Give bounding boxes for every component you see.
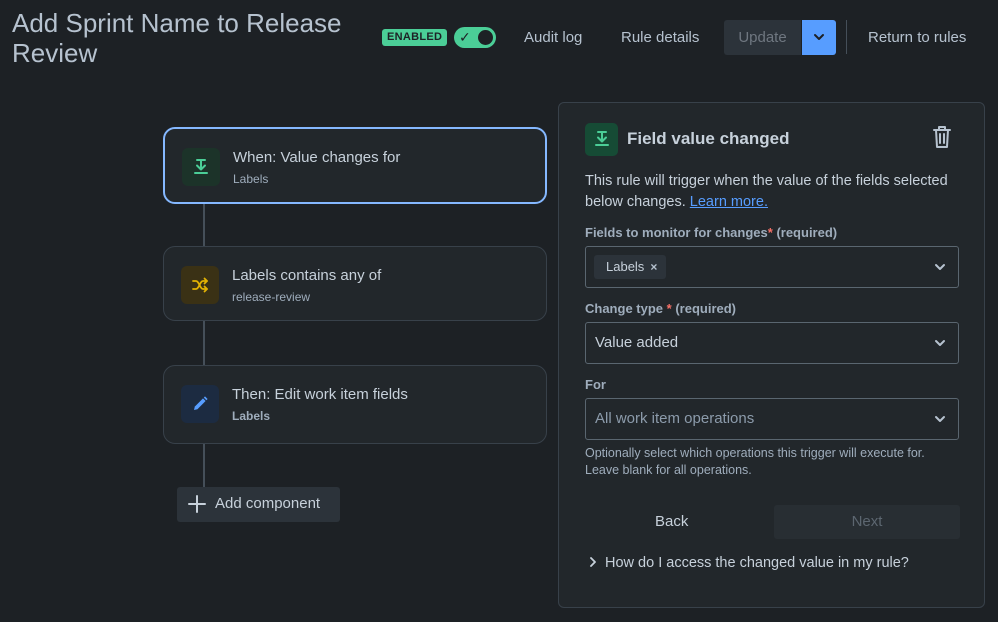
faq-text: How do I access the changed value in my … (605, 555, 909, 571)
action-subtitle: Labels (232, 409, 271, 423)
flow-connector (203, 203, 205, 247)
chevron-down-icon (935, 264, 945, 270)
status-badge: ENABLED (382, 29, 448, 46)
update-button[interactable]: Update (724, 20, 801, 55)
change-type-value: Value added (595, 334, 679, 351)
rule-details-button[interactable]: Rule details (615, 20, 705, 55)
action-card[interactable]: Then: Edit work item fields Labels (163, 365, 547, 444)
required-marker: * (767, 225, 773, 240)
change-type-select[interactable]: Value added (585, 322, 959, 364)
selected-field-tag: Labels × (594, 255, 667, 279)
faq-expander[interactable]: How do I access the changed value in my … (589, 555, 909, 571)
header-divider (846, 20, 847, 54)
tag-label: Labels (606, 259, 645, 274)
chevron-down-icon (814, 34, 824, 40)
shuffle-icon (181, 266, 219, 304)
trash-icon[interactable] (930, 124, 954, 150)
required-text: (required) (675, 301, 736, 316)
trigger-card[interactable]: When: Value changes for Labels (163, 127, 547, 204)
next-button[interactable]: Next (774, 505, 960, 539)
for-help-text: Optionally select which operations this … (585, 446, 925, 477)
condition-subtitle: release-review (232, 290, 311, 304)
chevron-down-icon (935, 416, 945, 422)
condition-card[interactable]: Labels contains any of release-review (163, 246, 547, 321)
page-title: Add Sprint Name to Release Review (12, 8, 342, 68)
panel-description: This rule will trigger when the value of… (585, 171, 955, 213)
toggle-knob (478, 30, 493, 45)
enable-toggle[interactable]: ✓ (454, 27, 496, 48)
add-component-label: Add component (215, 495, 321, 512)
flow-connector (203, 444, 205, 488)
return-to-rules-button[interactable]: Return to rules (862, 20, 972, 55)
trigger-subtitle: Labels (233, 172, 269, 186)
update-options-button[interactable] (802, 20, 836, 55)
required-text: (required) (776, 225, 838, 240)
audit-log-button[interactable]: Audit log (518, 20, 588, 55)
add-component-button[interactable]: Add component (177, 487, 340, 522)
for-placeholder: All work item operations (595, 410, 755, 427)
for-label: For (585, 377, 606, 392)
chevron-down-icon (935, 340, 945, 346)
flow-connector (203, 321, 205, 365)
for-select[interactable]: All work item operations (585, 398, 959, 440)
fields-label: Fields to monitor for changes* (required… (585, 225, 837, 240)
required-marker: * (666, 301, 672, 316)
trigger-title: When: Value changes for (233, 149, 401, 166)
fields-label-text: Fields to monitor for changes (585, 225, 768, 240)
panel-title: Field value changed (627, 129, 790, 148)
trigger-download-icon (585, 123, 618, 156)
change-type-label: Change type * (required) (585, 301, 736, 316)
pencil-icon (181, 385, 219, 423)
chevron-right-icon (590, 557, 596, 567)
back-button[interactable]: Back (655, 513, 688, 530)
trigger-config-panel: Field value changed This rule will trigg… (558, 102, 985, 608)
change-type-label-text: Change type (585, 301, 664, 316)
action-title: Then: Edit work item fields (232, 386, 408, 403)
learn-more-link[interactable]: Learn more. (690, 194, 768, 210)
remove-tag-icon[interactable]: × (650, 260, 657, 274)
fields-select[interactable]: Labels × (585, 246, 959, 288)
plus-icon (188, 495, 206, 513)
check-icon: ✓ (459, 29, 471, 45)
trigger-download-icon (182, 148, 220, 186)
condition-title: Labels contains any of (232, 267, 382, 284)
